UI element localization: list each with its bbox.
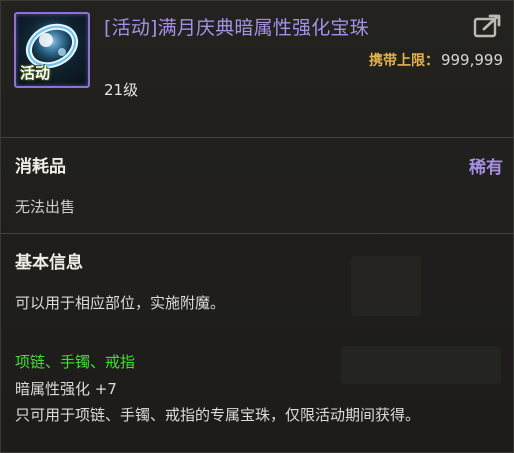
item-icon: 活动 — [14, 12, 90, 88]
usage-text: 可以用于相应部位，实施附魔。 — [15, 294, 226, 312]
divider — [1, 137, 513, 138]
share-button[interactable] — [473, 13, 503, 39]
rarity-label: 稀有 — [469, 158, 503, 178]
applicable-slots: 项链、手镯、戒指 — [15, 353, 136, 371]
icon-badge: 活动 — [20, 64, 51, 82]
item-level: 21级 — [104, 81, 139, 99]
tooltip-header: 活动 [活动]满月庆典暗属性强化宝珠 携带上限： 999,999 21级 — [1, 1, 513, 129]
carry-limit-label: 携带上限： — [368, 53, 439, 69]
section-heading-basic-info: 基本信息 — [15, 253, 83, 273]
divider — [1, 233, 513, 234]
carry-limit: 携带上限： 999,999 — [369, 50, 503, 70]
carry-limit-value: 999,999 — [440, 51, 503, 69]
background-panel — [341, 346, 501, 384]
item-title: [活动]满月庆典暗属性强化宝珠 — [104, 17, 369, 39]
share-icon — [473, 14, 501, 38]
trade-status: 无法出售 — [15, 198, 76, 216]
item-category: 消耗品 — [15, 157, 66, 177]
effect-text: 暗属性强化 +7 — [15, 380, 117, 398]
item-tooltip: 活动 [活动]满月庆典暗属性强化宝珠 携带上限： 999,999 21级 消耗品 … — [0, 0, 514, 453]
background-panel — [351, 256, 421, 316]
note-text: 只可用于项链、手镯、戒指的专属宝珠，仅限活动期间获得。 — [15, 406, 421, 424]
